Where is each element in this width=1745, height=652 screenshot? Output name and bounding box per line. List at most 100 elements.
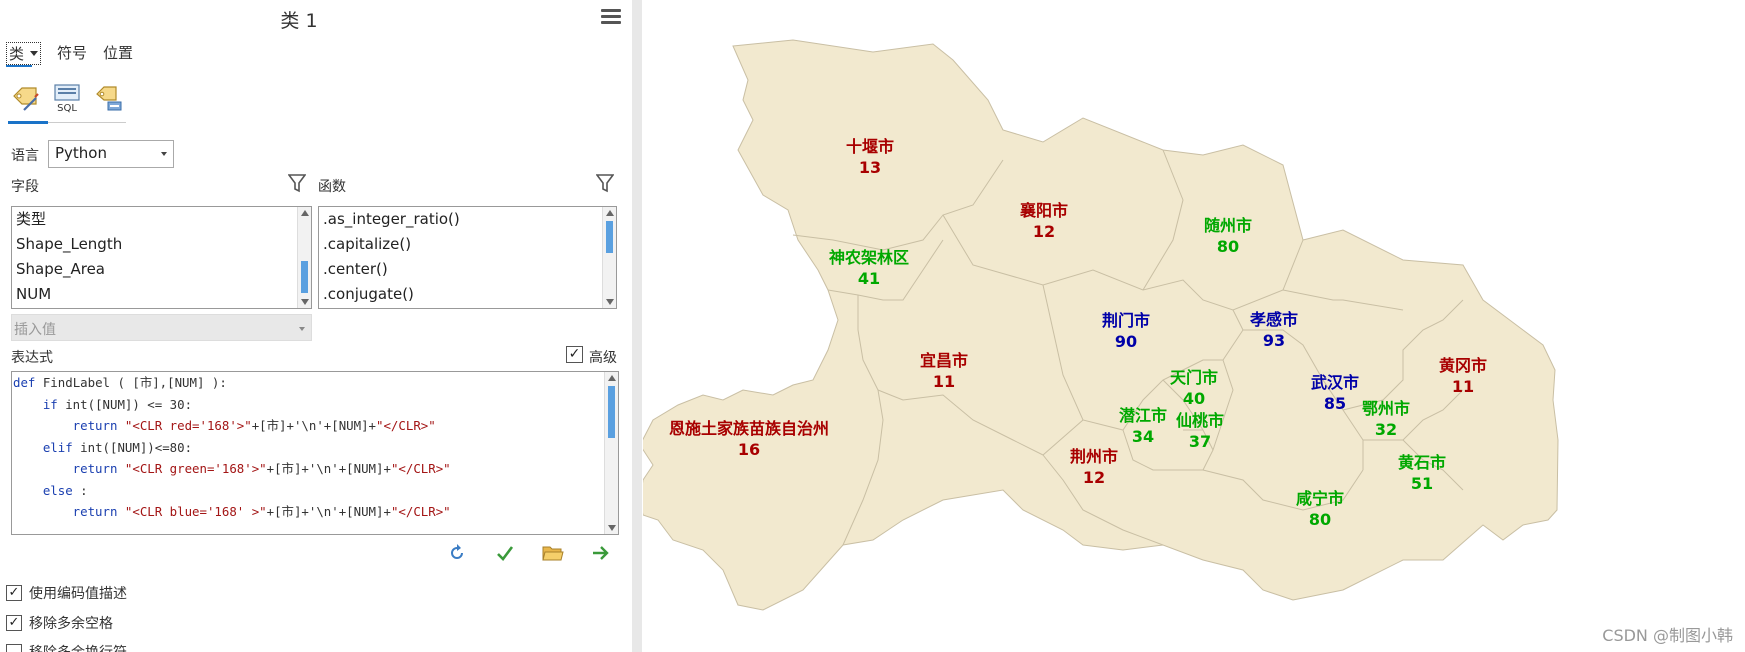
map-label-value: 11	[1451, 377, 1475, 396]
map-label-name: 十堰市	[845, 137, 895, 156]
map-label-name: 荆门市	[1101, 311, 1151, 330]
map-label: 仙桃市 37	[1176, 410, 1224, 452]
tab-symbol[interactable]: 符号	[57, 42, 87, 65]
scrollbar[interactable]	[604, 372, 618, 534]
use-coded-values-checkbox[interactable]: ✓	[6, 585, 22, 601]
list-item[interactable]: Shape_Area	[12, 257, 311, 282]
tool-divider	[48, 122, 126, 123]
scroll-thumb[interactable]	[606, 221, 613, 253]
checkbox-label: 移除多余空格	[29, 616, 113, 632]
advanced-checkbox[interactable]: ✓	[566, 346, 583, 363]
map-label-value: 40	[1182, 389, 1206, 408]
list-item[interactable]: Shape_Length	[12, 232, 311, 257]
functions-list[interactable]: .as_integer_ratio() .capitalize() .cente…	[318, 206, 617, 309]
menu-icon[interactable]	[601, 9, 621, 25]
scroll-thumb[interactable]	[301, 261, 308, 293]
map-label-name: 天门市	[1169, 368, 1219, 387]
pane-splitter[interactable]	[632, 0, 642, 652]
map-label: 宜昌市 11	[920, 350, 968, 392]
map-label-name: 咸宁市	[1295, 489, 1345, 508]
scroll-down-icon[interactable]	[606, 299, 614, 305]
scroll-thumb[interactable]	[608, 386, 615, 438]
list-item[interactable]: .as_integer_ratio()	[319, 207, 616, 232]
subtabs: 类 符号 位置	[6, 42, 133, 65]
map-label-name: 黄冈市	[1438, 356, 1488, 375]
province-outline	[643, 39, 1559, 611]
list-item[interactable]: NUM	[12, 282, 311, 307]
map-label-name: 荆州市	[1069, 447, 1119, 466]
apply-arrow-icon[interactable]	[590, 542, 612, 564]
list-item[interactable]: .capitalize()	[319, 232, 616, 257]
scroll-down-icon[interactable]	[301, 299, 309, 305]
map-label: 襄阳市 12	[1020, 200, 1068, 242]
label-class-pane: 类 1 类 符号 位置 SQL 语言 Python 字段 函数 类型 Shape…	[0, 0, 632, 652]
map-label-name: 襄阳市	[1019, 201, 1069, 220]
tab-position[interactable]: 位置	[103, 42, 133, 65]
expression-editor[interactable]: def FindLabel ( [市],[NUM] ): if int([NUM…	[11, 371, 619, 535]
map-label: 咸宁市 80	[1296, 488, 1344, 530]
map-label: 荆门市 90	[1102, 310, 1150, 352]
code-line: return "<CLR blue='168' >"+[市]+'\n'+[NUM…	[13, 504, 451, 519]
map-label-name: 随州市	[1203, 216, 1253, 235]
remove-extra-spaces-option[interactable]: ✓ 移除多余空格	[6, 613, 113, 633]
language-label: 语言	[11, 148, 39, 164]
map-label-value: 85	[1323, 394, 1347, 413]
insert-value-select[interactable]: 插入值	[11, 314, 312, 341]
map-label: 孝感市 93	[1250, 309, 1298, 351]
fields-label: 字段	[11, 179, 39, 195]
map-label-name: 潜江市	[1118, 406, 1168, 425]
tool-active-underline	[8, 121, 48, 124]
map-label-value: 13	[858, 158, 882, 177]
use-coded-values-option[interactable]: ✓ 使用编码值描述	[6, 583, 127, 603]
remove-extra-spaces-checkbox[interactable]: ✓	[6, 615, 22, 631]
expression-label: 表达式	[11, 350, 53, 366]
chevron-down-icon	[161, 152, 167, 156]
label-classes-icon[interactable]	[92, 80, 126, 116]
label-expression-icon[interactable]	[8, 80, 42, 116]
scroll-up-icon[interactable]	[608, 375, 616, 381]
list-item[interactable]: .center()	[319, 257, 616, 282]
tab-class[interactable]: 类	[6, 42, 42, 65]
code-line: return "<CLR red='168'>"+[市]+'\n'+[NUM]+…	[13, 418, 436, 433]
scroll-up-icon[interactable]	[301, 210, 309, 216]
map-label: 黄石市 51	[1398, 452, 1446, 494]
filter-icon[interactable]	[287, 173, 307, 193]
map-label-name: 黄石市	[1397, 453, 1447, 472]
advanced-label: 高级	[589, 350, 617, 366]
map-label-name: 宜昌市	[919, 351, 969, 370]
remove-extra-newlines-option[interactable]: 移除多余换行符	[6, 642, 127, 652]
map-label: 武汉市 85	[1311, 372, 1359, 414]
tab-class-label: 类	[9, 45, 25, 63]
language-value: Python	[55, 144, 107, 162]
code-line: if int([NUM]) <= 30:	[13, 396, 193, 412]
map-label: 荆州市 12	[1070, 446, 1118, 488]
chevron-down-icon	[299, 327, 305, 331]
map-label: 天门市 40	[1170, 367, 1218, 409]
pane-title: 类 1	[280, 10, 318, 32]
scroll-up-icon[interactable]	[606, 210, 614, 216]
chevron-down-icon	[30, 51, 39, 56]
code-line: return "<CLR green='168'>"+[市]+'\n'+[NUM…	[13, 461, 451, 476]
verify-check-icon[interactable]	[494, 542, 516, 564]
filter-icon[interactable]	[595, 173, 615, 193]
remove-extra-newlines-checkbox[interactable]	[6, 644, 22, 652]
scrollbar[interactable]	[297, 207, 311, 308]
scroll-down-icon[interactable]	[608, 525, 616, 531]
map-label-value: 12	[1032, 222, 1056, 241]
map-view[interactable]: 十堰市 13 襄阳市 12 随州市 80 神农架林区 41 荆门市 90 孝感市 93 宜昌市 11 黄冈市…	[643, 0, 1745, 652]
open-folder-icon[interactable]	[542, 542, 564, 564]
language-select[interactable]: Python	[48, 140, 174, 168]
map-label-value: 93	[1262, 331, 1286, 350]
scrollbar[interactable]	[602, 207, 616, 308]
sql-query-icon[interactable]: SQL	[50, 80, 84, 116]
list-item[interactable]: 类型	[12, 207, 311, 232]
map-label: 黄冈市 11	[1439, 355, 1487, 397]
map-label-value: 90	[1114, 332, 1138, 351]
map-label-name: 武汉市	[1310, 373, 1360, 392]
fields-list[interactable]: 类型 Shape_Length Shape_Area NUM	[11, 206, 312, 309]
map-label-value: 37	[1188, 432, 1212, 451]
reset-icon[interactable]	[446, 542, 468, 564]
svg-text:SQL: SQL	[57, 103, 77, 113]
map-label: 随州市 80	[1204, 215, 1252, 257]
list-item[interactable]: .conjugate()	[319, 282, 616, 307]
